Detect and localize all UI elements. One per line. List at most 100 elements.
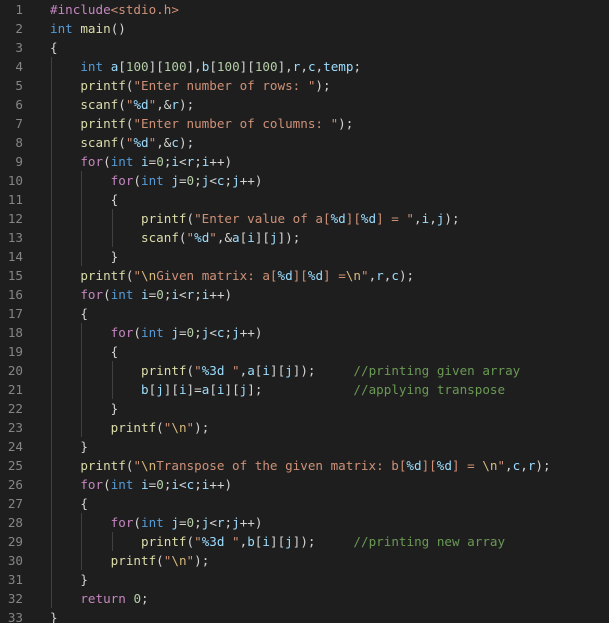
- code-token: ;: [224, 173, 233, 188]
- code-token: (: [103, 154, 111, 169]
- code-token: %d: [133, 135, 149, 150]
- code-line[interactable]: 23 printf("\n");: [0, 418, 609, 437]
- line-code: {: [50, 342, 119, 361]
- line-number: 9: [15, 154, 23, 169]
- line-code: b[j][i]=a[i][j]; //applying transpose: [50, 380, 505, 399]
- code-line[interactable]: 16 for(int i=0;i<r;i++): [0, 285, 609, 304]
- code-token: ,&: [156, 97, 172, 112]
- code-token: ": [224, 534, 240, 549]
- code-token: //applying transpose: [353, 382, 506, 397]
- code-token: ;: [194, 154, 202, 169]
- code-line[interactable]: 19 {: [0, 342, 609, 361]
- code-token: int: [141, 325, 164, 340]
- code-token: <: [179, 477, 187, 492]
- code-token: 100: [216, 59, 240, 74]
- code-token: printf: [80, 268, 126, 283]
- code-line[interactable]: 32 return 0;: [0, 589, 609, 608]
- code-token: );: [338, 116, 354, 131]
- line-code: }: [50, 570, 88, 589]
- code-line[interactable]: 9 for(int i=0;i<r;i++): [0, 152, 609, 171]
- code-token: int: [110, 287, 134, 302]
- code-token: int: [141, 173, 164, 188]
- code-line[interactable]: 17 {: [0, 304, 609, 323]
- code-line[interactable]: 8 scanf("%d",&c);: [0, 133, 609, 152]
- code-line[interactable]: 10 for(int j=0;j<c;j++): [0, 171, 609, 190]
- code-token: i: [262, 363, 270, 378]
- code-token: i: [247, 230, 255, 245]
- code-token: ": [224, 363, 240, 378]
- code-line[interactable]: 31 }: [0, 570, 609, 589]
- code-token: {: [50, 496, 88, 511]
- code-lines[interactable]: 1 #include<stdio.h> 2 int main() 3{4 int a[1…: [0, 0, 609, 623]
- code-line[interactable]: 6 scanf("%d",&r);: [0, 95, 609, 114]
- code-token: <stdio.h>: [110, 2, 179, 17]
- code-token: 100: [125, 59, 149, 74]
- line-code: }: [50, 399, 119, 418]
- line-number: 33: [7, 610, 23, 623]
- code-token: int: [141, 515, 164, 530]
- code-token: ++): [209, 154, 233, 169]
- code-line[interactable]: 14 }: [0, 247, 609, 266]
- code-token: j: [232, 173, 240, 188]
- code-token: );: [194, 420, 210, 435]
- code-line[interactable]: 28 for(int j=0;j<r;j++): [0, 513, 609, 532]
- code-token: <: [179, 154, 187, 169]
- line-code: printf("\nGiven matrix: a[%d][%d] =\n",r…: [50, 266, 414, 285]
- code-token: "Enter value of a[: [194, 211, 331, 226]
- code-token: );: [194, 553, 210, 568]
- line-code: }: [50, 247, 119, 266]
- code-line[interactable]: 25 printf("\nTranspose of the given matr…: [0, 456, 609, 475]
- code-token: printf: [141, 363, 187, 378]
- code-line[interactable]: 22 }: [0, 399, 609, 418]
- code-token: for: [80, 154, 104, 169]
- code-token: ;: [194, 477, 202, 492]
- code-line[interactable]: 12 printf("Enter value of a[%d][%d] = ",…: [0, 209, 609, 228]
- code-line[interactable]: 21 b[j][i]=a[i][j]; //applying transpose: [0, 380, 609, 399]
- code-token: b: [247, 534, 255, 549]
- line-code: scanf("%d",&c);: [50, 133, 194, 152]
- code-line[interactable]: 30 printf("\n");: [0, 551, 609, 570]
- code-token: =: [178, 515, 187, 530]
- code-line[interactable]: 5 printf("Enter number of rows: ");: [0, 76, 609, 95]
- code-token: (): [110, 21, 126, 36]
- line-number: 15: [7, 268, 23, 283]
- code-token: 0: [186, 515, 195, 530]
- code-token: %d: [133, 97, 149, 112]
- code-line[interactable]: 26 for(int i=0;i<c;i++): [0, 475, 609, 494]
- code-token: ] = ": [376, 211, 415, 226]
- line-code: #include<stdio.h>: [50, 0, 179, 19]
- code-token: ,: [414, 211, 422, 226]
- line-number: 5: [15, 78, 23, 93]
- code-token: %d: [277, 268, 293, 283]
- code-line[interactable]: 13 scanf("%d",&a[i][j]);: [0, 228, 609, 247]
- code-token: ": [186, 553, 195, 568]
- code-token: main: [80, 21, 111, 36]
- line-code: for(int j=0;j<c;j++): [50, 171, 263, 190]
- code-line[interactable]: 4 int a[100][100],b[100][100],r,c,temp;: [0, 57, 609, 76]
- line-code: printf("Enter number of columns: ");: [50, 114, 353, 133]
- code-token: ]);: [292, 363, 354, 378]
- code-line[interactable]: 24 }: [0, 437, 609, 456]
- code-token: ]=: [186, 382, 202, 397]
- code-line[interactable]: 1 #include<stdio.h>: [0, 0, 609, 19]
- code-line[interactable]: 7 printf("Enter number of columns: ");: [0, 114, 609, 133]
- code-line[interactable]: 29 printf("%3d ",b[i][j]); //printing ne…: [0, 532, 609, 551]
- code-line[interactable]: 27 {: [0, 494, 609, 513]
- code-token: c: [216, 325, 225, 340]
- code-line[interactable]: 18 for(int j=0;j<c;j++): [0, 323, 609, 342]
- code-token: i: [171, 154, 179, 169]
- code-line[interactable]: 33}: [0, 608, 609, 623]
- code-line[interactable]: 20 printf("%3d ",a[i][j]); //printing gi…: [0, 361, 609, 380]
- code-line[interactable]: 15 printf("\nGiven matrix: a[%d][%d] =\n…: [0, 266, 609, 285]
- code-line[interactable]: 2 int main(): [0, 19, 609, 38]
- code-line[interactable]: 3{: [0, 38, 609, 57]
- code-token: ]);: [277, 230, 301, 245]
- line-number: 17: [7, 306, 23, 321]
- code-editor[interactable]: 1 #include<stdio.h> 2 int main() 3{4 int a[1…: [0, 0, 609, 623]
- code-line[interactable]: 11 {: [0, 190, 609, 209]
